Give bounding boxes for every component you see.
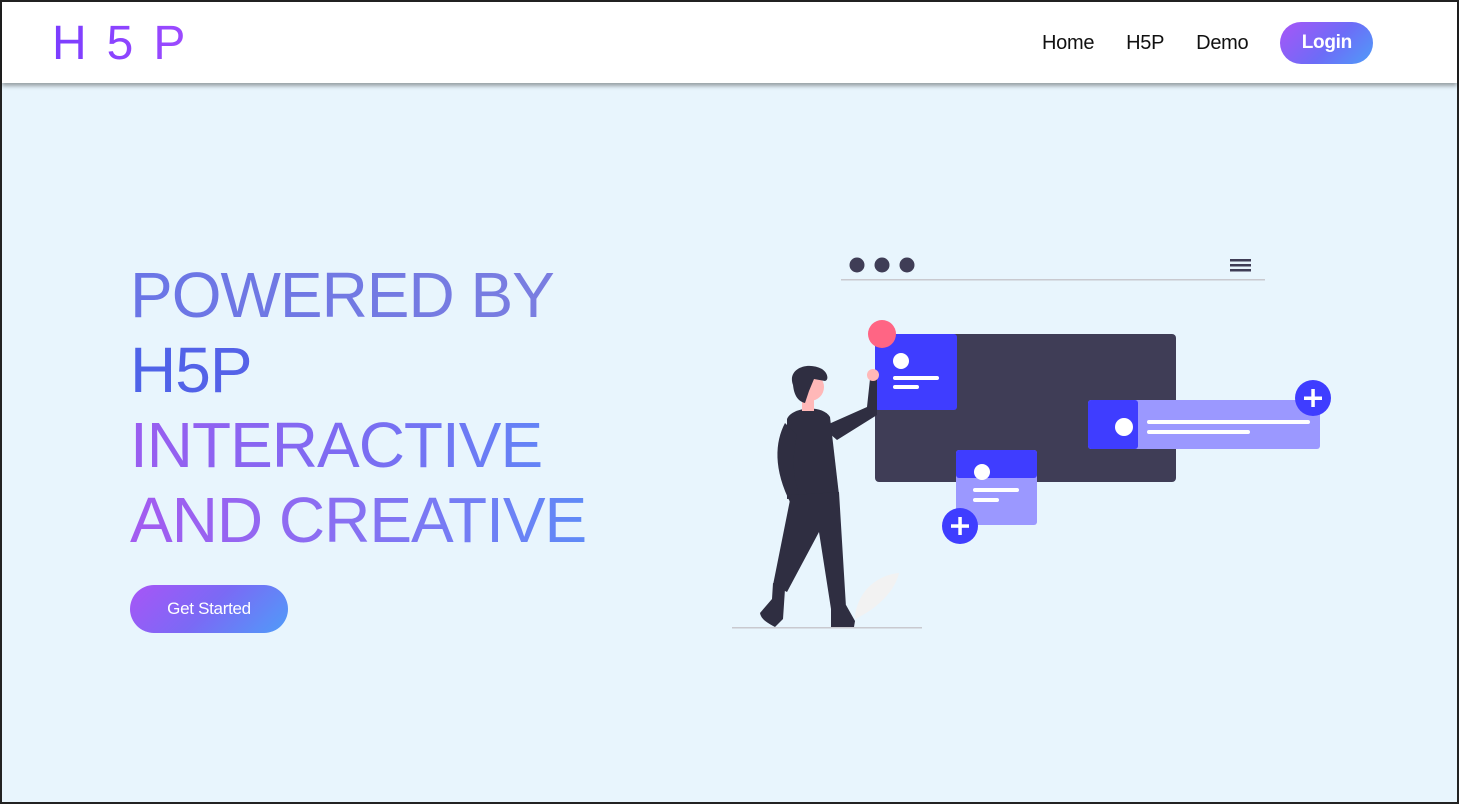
- get-started-button[interactable]: Get Started: [130, 585, 288, 633]
- pink-dot: [868, 320, 896, 348]
- hero-line-interactive: INTERACTIVE: [130, 408, 586, 483]
- plant-leaf: [855, 573, 899, 619]
- logo[interactable]: H5P: [52, 16, 205, 72]
- nav-links: Home H5P Demo Login: [1042, 22, 1374, 64]
- hero-line-and-creative: AND CREATIVE: [130, 484, 587, 556]
- hero-illustration: [732, 257, 1331, 629]
- card-right: [1088, 400, 1320, 449]
- hero-line-powered-by: POWERED BY: [130, 258, 586, 333]
- plus-icon: [1295, 380, 1331, 416]
- person-figure: [760, 365, 879, 627]
- nav-link-h5p[interactable]: H5P: [1126, 32, 1164, 55]
- nav-link-demo[interactable]: Demo: [1196, 32, 1248, 55]
- nav-link-home[interactable]: Home: [1042, 32, 1094, 55]
- plus-icon: [942, 508, 978, 544]
- navbar: H5P Home H5P Demo Login: [2, 2, 1457, 83]
- ground-line: [732, 627, 922, 629]
- hero-heading: POWERED BY H5P INTERACTIVE AND CREATIVE: [130, 258, 587, 558]
- login-button[interactable]: Login: [1280, 22, 1374, 64]
- hero-line-h5p: H5P: [130, 333, 586, 408]
- hamburger-icon: [1230, 259, 1251, 272]
- window-dots-icon: [849, 257, 915, 273]
- window-divider: [841, 279, 1265, 281]
